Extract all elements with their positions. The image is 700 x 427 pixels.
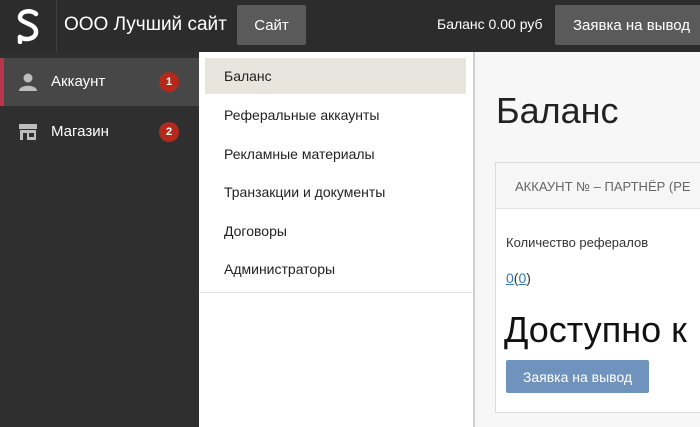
- sidebar: Аккаунт 1 Магазин 2: [0, 52, 199, 427]
- brand-name: ООО Лучший сайт: [64, 14, 227, 35]
- sidebar-item-shop[interactable]: Магазин 2: [0, 108, 199, 156]
- submenu-item-transactions[interactable]: Транзакции и документы: [205, 174, 466, 210]
- submenu-item-referral-accounts[interactable]: Реферальные аккаунты: [205, 97, 466, 133]
- top-bar: ООО Лучший сайт Сайт Баланс 0.00 руб Зая…: [0, 0, 700, 52]
- withdraw-button[interactable]: Заявка на вывод: [506, 360, 649, 393]
- logo-divider: [56, 0, 57, 52]
- sidebar-item-label: Магазин: [51, 123, 109, 140]
- page-title: Баланс: [496, 90, 619, 131]
- account-submenu: Баланс Реферальные аккаунты Рекламные ма…: [199, 52, 474, 427]
- submenu-item-administrators[interactable]: Администраторы: [205, 251, 466, 287]
- notification-badge: 2: [159, 122, 179, 142]
- submenu-list: Баланс Реферальные аккаунты Рекламные ма…: [199, 52, 474, 293]
- store-icon: [19, 124, 37, 140]
- withdraw-request-button[interactable]: Заявка на вывод: [555, 5, 700, 45]
- card-header: АККАУНТ № – ПАРТНЁР (РЕ: [496, 163, 700, 209]
- sidebar-item-label: Аккаунт: [51, 73, 106, 90]
- logo-icon: [17, 9, 39, 44]
- referrals-count: 0(0): [506, 270, 531, 286]
- referrals-active-link[interactable]: 0: [518, 270, 526, 286]
- submenu-item-ad-materials[interactable]: Рекламные материалы: [205, 136, 466, 172]
- main-content: Баланс АККАУНТ № – ПАРТНЁР (РЕ Количеств…: [475, 52, 700, 427]
- sidebar-item-account[interactable]: Аккаунт 1: [0, 58, 199, 106]
- notification-badge: 1: [159, 72, 179, 92]
- available-heading: Доступно к: [504, 309, 687, 350]
- user-icon: [19, 73, 37, 91]
- balance-indicator: Баланс 0.00 руб: [437, 16, 543, 32]
- referrals-count-link[interactable]: 0: [506, 270, 514, 286]
- referrals-label: Количество рефералов: [506, 235, 649, 250]
- card-header-title: АККАУНТ № – ПАРТНЁР (РЕ: [515, 179, 691, 194]
- site-button[interactable]: Сайт: [237, 5, 306, 45]
- submenu-item-contracts[interactable]: Договоры: [205, 213, 466, 249]
- balance-card: АККАУНТ № – ПАРТНЁР (РЕ Количество рефер…: [495, 162, 700, 413]
- logo[interactable]: [0, 0, 56, 52]
- submenu-item-balance[interactable]: Баланс: [205, 58, 466, 94]
